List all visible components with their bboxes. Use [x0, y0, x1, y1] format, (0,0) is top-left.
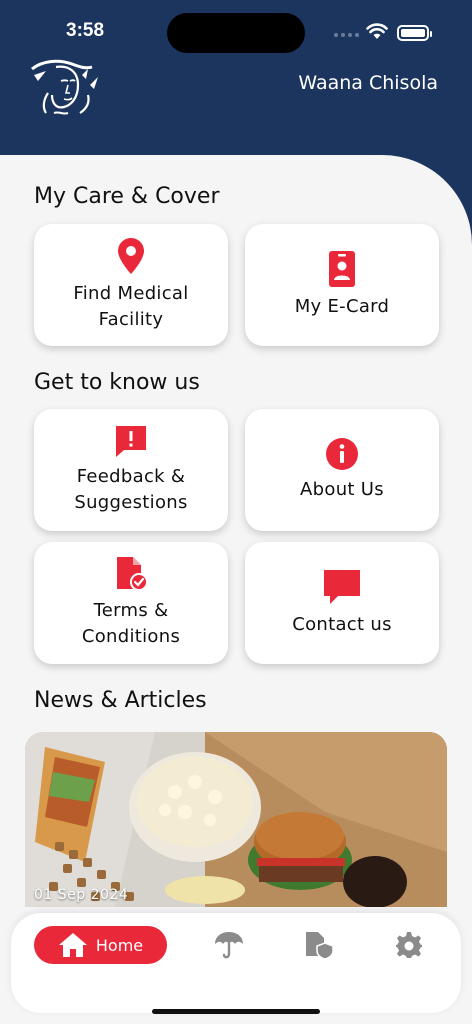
- news-article-card[interactable]: 01 Sep 2024: [25, 732, 447, 907]
- tab-home-label: Home: [95, 935, 144, 955]
- news-food-image: [25, 732, 447, 907]
- card-label: Contact us: [292, 614, 392, 635]
- section-title-about: Get to know us: [34, 370, 200, 395]
- brand-logo-icon[interactable]: [28, 55, 108, 117]
- feedback-icon: [116, 426, 146, 457]
- home-indicator: [152, 1009, 320, 1014]
- contact-us-button[interactable]: Contact us: [245, 542, 439, 664]
- user-name: Waana Chisola: [298, 72, 438, 94]
- document-check-icon: [117, 557, 148, 591]
- info-icon: [326, 438, 358, 470]
- location-pin-icon: [118, 238, 144, 274]
- section-title-news: News & Articles: [34, 688, 207, 713]
- id-card-icon: [329, 251, 355, 287]
- section-title-care: My Care & Cover: [34, 184, 220, 209]
- bottom-tab-bar: Home: [11, 913, 461, 1013]
- card-label: Feedback & Suggestions: [74, 466, 188, 513]
- battery-icon: [397, 25, 432, 41]
- wifi-icon: [366, 23, 388, 39]
- document-shield-icon[interactable]: [304, 931, 334, 959]
- dynamic-island: [167, 13, 305, 53]
- status-bar: 3:58: [0, 0, 472, 60]
- card-label: My E-Card: [294, 296, 390, 317]
- card-label: Find Medical Facility: [73, 283, 189, 330]
- news-date: 01 Sep 2024: [34, 887, 129, 903]
- tab-home[interactable]: Home: [34, 926, 167, 964]
- card-label: Terms & Conditions: [81, 600, 181, 647]
- terms-conditions-button[interactable]: Terms & Conditions: [34, 542, 228, 664]
- signal-icon: [334, 33, 359, 37]
- settings-gear-icon[interactable]: [395, 931, 423, 959]
- chat-icon: [324, 570, 360, 604]
- feedback-suggestions-button[interactable]: Feedback & Suggestions: [34, 409, 228, 531]
- home-icon: [58, 933, 87, 957]
- about-us-button[interactable]: About Us: [245, 409, 439, 531]
- find-medical-facility-button[interactable]: Find Medical Facility: [34, 224, 228, 346]
- umbrella-icon[interactable]: [214, 931, 244, 959]
- my-e-card-button[interactable]: My E-Card: [245, 224, 439, 346]
- card-label: About Us: [300, 479, 384, 500]
- status-time: 3:58: [66, 20, 105, 41]
